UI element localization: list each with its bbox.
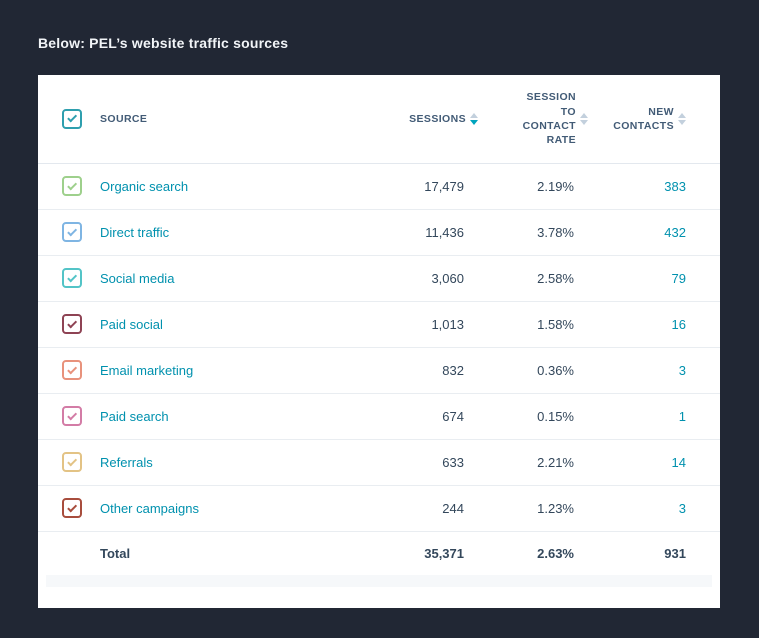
page-title: Below: PEL’s website traffic sources: [38, 35, 288, 51]
traffic-sources-table-card: SOURCE SESSIONS SESSION TO CONTACT RATE: [38, 75, 720, 608]
total-sessions-value: 35,371: [350, 531, 478, 575]
new-contacts-link[interactable]: 3: [679, 363, 686, 378]
new-contacts-link[interactable]: 3: [679, 501, 686, 516]
column-header-source[interactable]: SOURCE: [100, 75, 350, 163]
table-row: Referrals 633 2.21% 14: [38, 439, 720, 485]
new-contacts-link[interactable]: 14: [672, 455, 686, 470]
rate-value: 1.58%: [478, 301, 588, 347]
checkmark-icon: [67, 226, 77, 236]
source-link[interactable]: Paid search: [100, 409, 169, 424]
source-link[interactable]: Email marketing: [100, 363, 193, 378]
checkmark-icon: [67, 410, 77, 420]
select-all-checkbox[interactable]: [62, 109, 82, 129]
total-label: Total: [100, 531, 350, 575]
sessions-value: 674: [350, 393, 478, 439]
source-link[interactable]: Social media: [100, 271, 174, 286]
sort-icon-new-contacts[interactable]: [678, 113, 686, 125]
row-checkbox[interactable]: [62, 498, 82, 518]
column-header-session-to-contact-rate[interactable]: SESSION TO CONTACT RATE: [478, 90, 588, 147]
new-contacts-link[interactable]: 16: [672, 317, 686, 332]
row-checkbox[interactable]: [62, 314, 82, 334]
sessions-value: 633: [350, 439, 478, 485]
column-header-sessions[interactable]: SESSIONS: [350, 112, 478, 126]
rate-value: 2.58%: [478, 255, 588, 301]
row-checkbox[interactable]: [62, 222, 82, 242]
table-header-row: SOURCE SESSIONS SESSION TO CONTACT RATE: [38, 75, 720, 163]
checkmark-icon: [67, 272, 77, 282]
sessions-value: 1,013: [350, 301, 478, 347]
checkmark-icon: [67, 364, 77, 374]
sessions-value: 17,479: [350, 163, 478, 209]
checkmark-icon: [67, 456, 77, 466]
source-link[interactable]: Direct traffic: [100, 225, 169, 240]
rate-value: 3.78%: [478, 209, 588, 255]
rate-value: 0.15%: [478, 393, 588, 439]
row-checkbox[interactable]: [62, 406, 82, 426]
checkmark-icon: [67, 180, 77, 190]
source-link[interactable]: Organic search: [100, 179, 188, 194]
row-checkbox[interactable]: [62, 268, 82, 288]
traffic-sources-table: SOURCE SESSIONS SESSION TO CONTACT RATE: [38, 75, 720, 575]
total-rate-value: 2.63%: [478, 531, 588, 575]
sessions-value: 3,060: [350, 255, 478, 301]
sort-icon-sessions[interactable]: [470, 113, 478, 125]
total-new-contacts-value: 931: [588, 531, 720, 575]
table-row: Email marketing 832 0.36% 3: [38, 347, 720, 393]
table-footer-band: [46, 575, 712, 587]
rate-value: 1.23%: [478, 485, 588, 531]
rate-value: 2.19%: [478, 163, 588, 209]
table-row: Social media 3,060 2.58% 79: [38, 255, 720, 301]
checkmark-icon: [67, 318, 77, 328]
table-row: Paid search 674 0.15% 1: [38, 393, 720, 439]
sessions-value: 11,436: [350, 209, 478, 255]
row-checkbox[interactable]: [62, 452, 82, 472]
checkmark-icon: [67, 502, 77, 512]
checkmark-icon: [67, 113, 77, 123]
table-row: Direct traffic 11,436 3.78% 432: [38, 209, 720, 255]
table-row: Organic search 17,479 2.19% 383: [38, 163, 720, 209]
table-row: Paid social 1,013 1.58% 16: [38, 301, 720, 347]
new-contacts-link[interactable]: 383: [664, 179, 686, 194]
sessions-value: 244: [350, 485, 478, 531]
source-link[interactable]: Other campaigns: [100, 501, 199, 516]
row-checkbox[interactable]: [62, 176, 82, 196]
sessions-value: 832: [350, 347, 478, 393]
sort-icon-rate[interactable]: [580, 113, 588, 125]
new-contacts-link[interactable]: 1: [679, 409, 686, 424]
row-checkbox[interactable]: [62, 360, 82, 380]
rate-value: 2.21%: [478, 439, 588, 485]
new-contacts-link[interactable]: 432: [664, 225, 686, 240]
table-total-row: Total 35,371 2.63% 931: [38, 531, 720, 575]
new-contacts-link[interactable]: 79: [672, 271, 686, 286]
rate-value: 0.36%: [478, 347, 588, 393]
source-link[interactable]: Paid social: [100, 317, 163, 332]
source-link[interactable]: Referrals: [100, 455, 153, 470]
table-row: Other campaigns 244 1.23% 3: [38, 485, 720, 531]
column-header-new-contacts[interactable]: NEW CONTACTS: [588, 105, 686, 133]
